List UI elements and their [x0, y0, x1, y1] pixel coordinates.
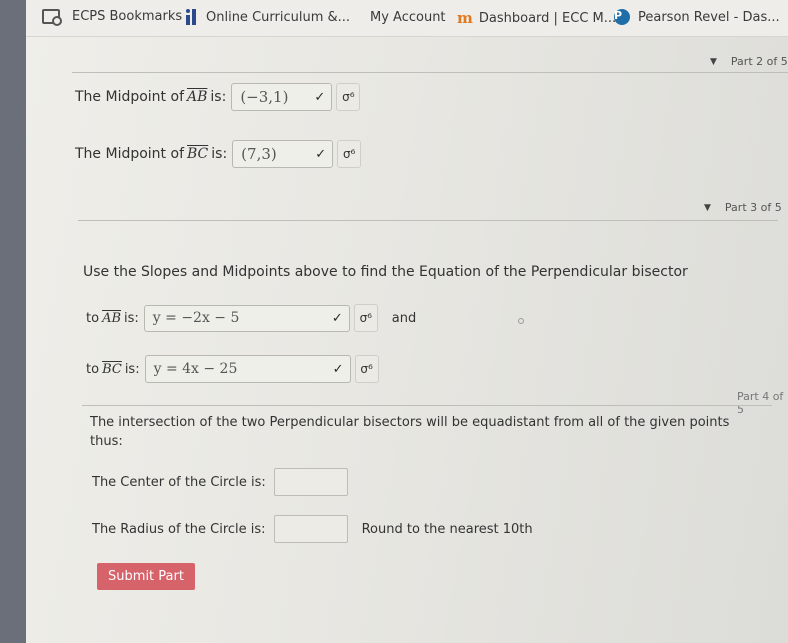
label: is:	[211, 146, 228, 162]
microsoft-icon	[348, 9, 364, 25]
midpoint-bc-answer[interactable]: (7,3) ✓	[232, 140, 334, 168]
bisector-bc-row: to BC is: y = 4x − 25 ✓ σ⁶	[86, 355, 379, 383]
and-label: and	[391, 310, 417, 326]
part3-header[interactable]: ▼ Part 3 of 5	[704, 201, 782, 214]
online-curriculum-icon	[186, 9, 196, 25]
label: to	[86, 310, 100, 326]
center-label: The Center of the Circle is:	[92, 474, 266, 490]
collapse-triangle-icon: ▼	[710, 56, 717, 67]
part4-statement: The intersection of the two Perpendicula…	[90, 415, 730, 449]
segment-ab: AB	[187, 89, 208, 105]
label: is:	[210, 89, 227, 105]
bisector-bc-answer[interactable]: y = 4x − 25 ✓	[144, 355, 351, 383]
bisector-ab-row: to AB is: y = −2x − 5 ✓ σ⁶ and	[86, 304, 416, 332]
bookmarks-bar: ECPS Bookmarks Online Curriculum &... My…	[26, 0, 788, 37]
label: is:	[124, 361, 140, 377]
symbol-button[interactable]: σ⁶	[336, 83, 361, 111]
center-row: The Center of the Circle is:	[92, 468, 348, 496]
collapse-triangle-icon: ▼	[704, 202, 711, 213]
midpoint-ab-answer[interactable]: (−3,1) ✓	[231, 83, 333, 111]
radius-hint: Round to the nearest 10th	[361, 521, 533, 537]
check-icon: ✓	[331, 310, 343, 326]
answer-value: y = −2x − 5	[152, 310, 240, 326]
bookmark-my-account[interactable]: My Account	[348, 9, 446, 25]
radius-label: The Radius of the Circle is:	[92, 521, 266, 537]
bookmark-dashboard[interactable]: m Dashboard | ECC M...	[457, 9, 616, 27]
stray-dot	[518, 318, 524, 324]
symbol-button[interactable]: σ⁶	[337, 140, 362, 168]
bookmark-label: Pearson Revel - Das...	[638, 9, 780, 25]
pearson-icon: P	[614, 9, 630, 25]
part3-label: Part 3 of 5	[724, 201, 782, 214]
bookmark-label: ECPS Bookmarks	[72, 9, 183, 24]
radius-input[interactable]	[273, 515, 348, 543]
part3-instruction: Use the Slopes and Midpoints above to fi…	[83, 264, 688, 280]
answer-value: y = 4x − 25	[153, 361, 238, 377]
answer-value: (7,3)	[241, 145, 277, 163]
divider	[78, 220, 778, 221]
folder-icon	[42, 9, 62, 26]
label: is:	[124, 310, 139, 326]
check-icon: ✓	[332, 361, 344, 377]
midpoint-bc-row: The Midpoint of BC is: (7,3) ✓ σ⁶	[75, 140, 362, 168]
divider	[82, 405, 772, 406]
check-icon: ✓	[314, 89, 326, 105]
symbol-button[interactable]: σ⁶	[354, 355, 379, 383]
part2-label: Part 2 of 5	[730, 55, 788, 68]
bookmark-online-curriculum[interactable]: Online Curriculum &...	[186, 9, 350, 25]
segment-bc: BC	[102, 361, 122, 377]
bookmark-label: My Account	[370, 9, 446, 25]
moodle-icon: m	[457, 9, 473, 27]
bookmark-label: Online Curriculum &...	[206, 9, 351, 25]
label: to	[86, 361, 100, 377]
symbol-button[interactable]: σ⁶	[353, 304, 378, 332]
answer-value: (−3,1)	[240, 88, 289, 106]
bookmark-ecps[interactable]: ECPS Bookmarks	[42, 9, 183, 26]
midpoint-ab-row: The Midpoint of AB is: (−3,1) ✓ σ⁶	[75, 83, 361, 111]
radius-row: The Radius of the Circle is: Round to th…	[92, 515, 533, 543]
segment-bc: BC	[187, 146, 209, 162]
label: The Midpoint of	[75, 146, 184, 162]
segment-ab: AB	[102, 310, 122, 326]
bisector-ab-answer[interactable]: y = −2x − 5 ✓	[143, 304, 350, 332]
center-input[interactable]	[273, 468, 348, 496]
check-icon: ✓	[315, 146, 327, 162]
label: The Midpoint of	[75, 89, 184, 105]
submit-part-button[interactable]: Submit Part	[97, 563, 195, 590]
bookmark-label: Dashboard | ECC M...	[478, 10, 617, 26]
divider	[72, 72, 788, 73]
bookmark-pearson[interactable]: P Pearson Revel - Das...	[614, 9, 780, 25]
part2-header[interactable]: ▼ Part 2 of 5	[710, 55, 788, 68]
